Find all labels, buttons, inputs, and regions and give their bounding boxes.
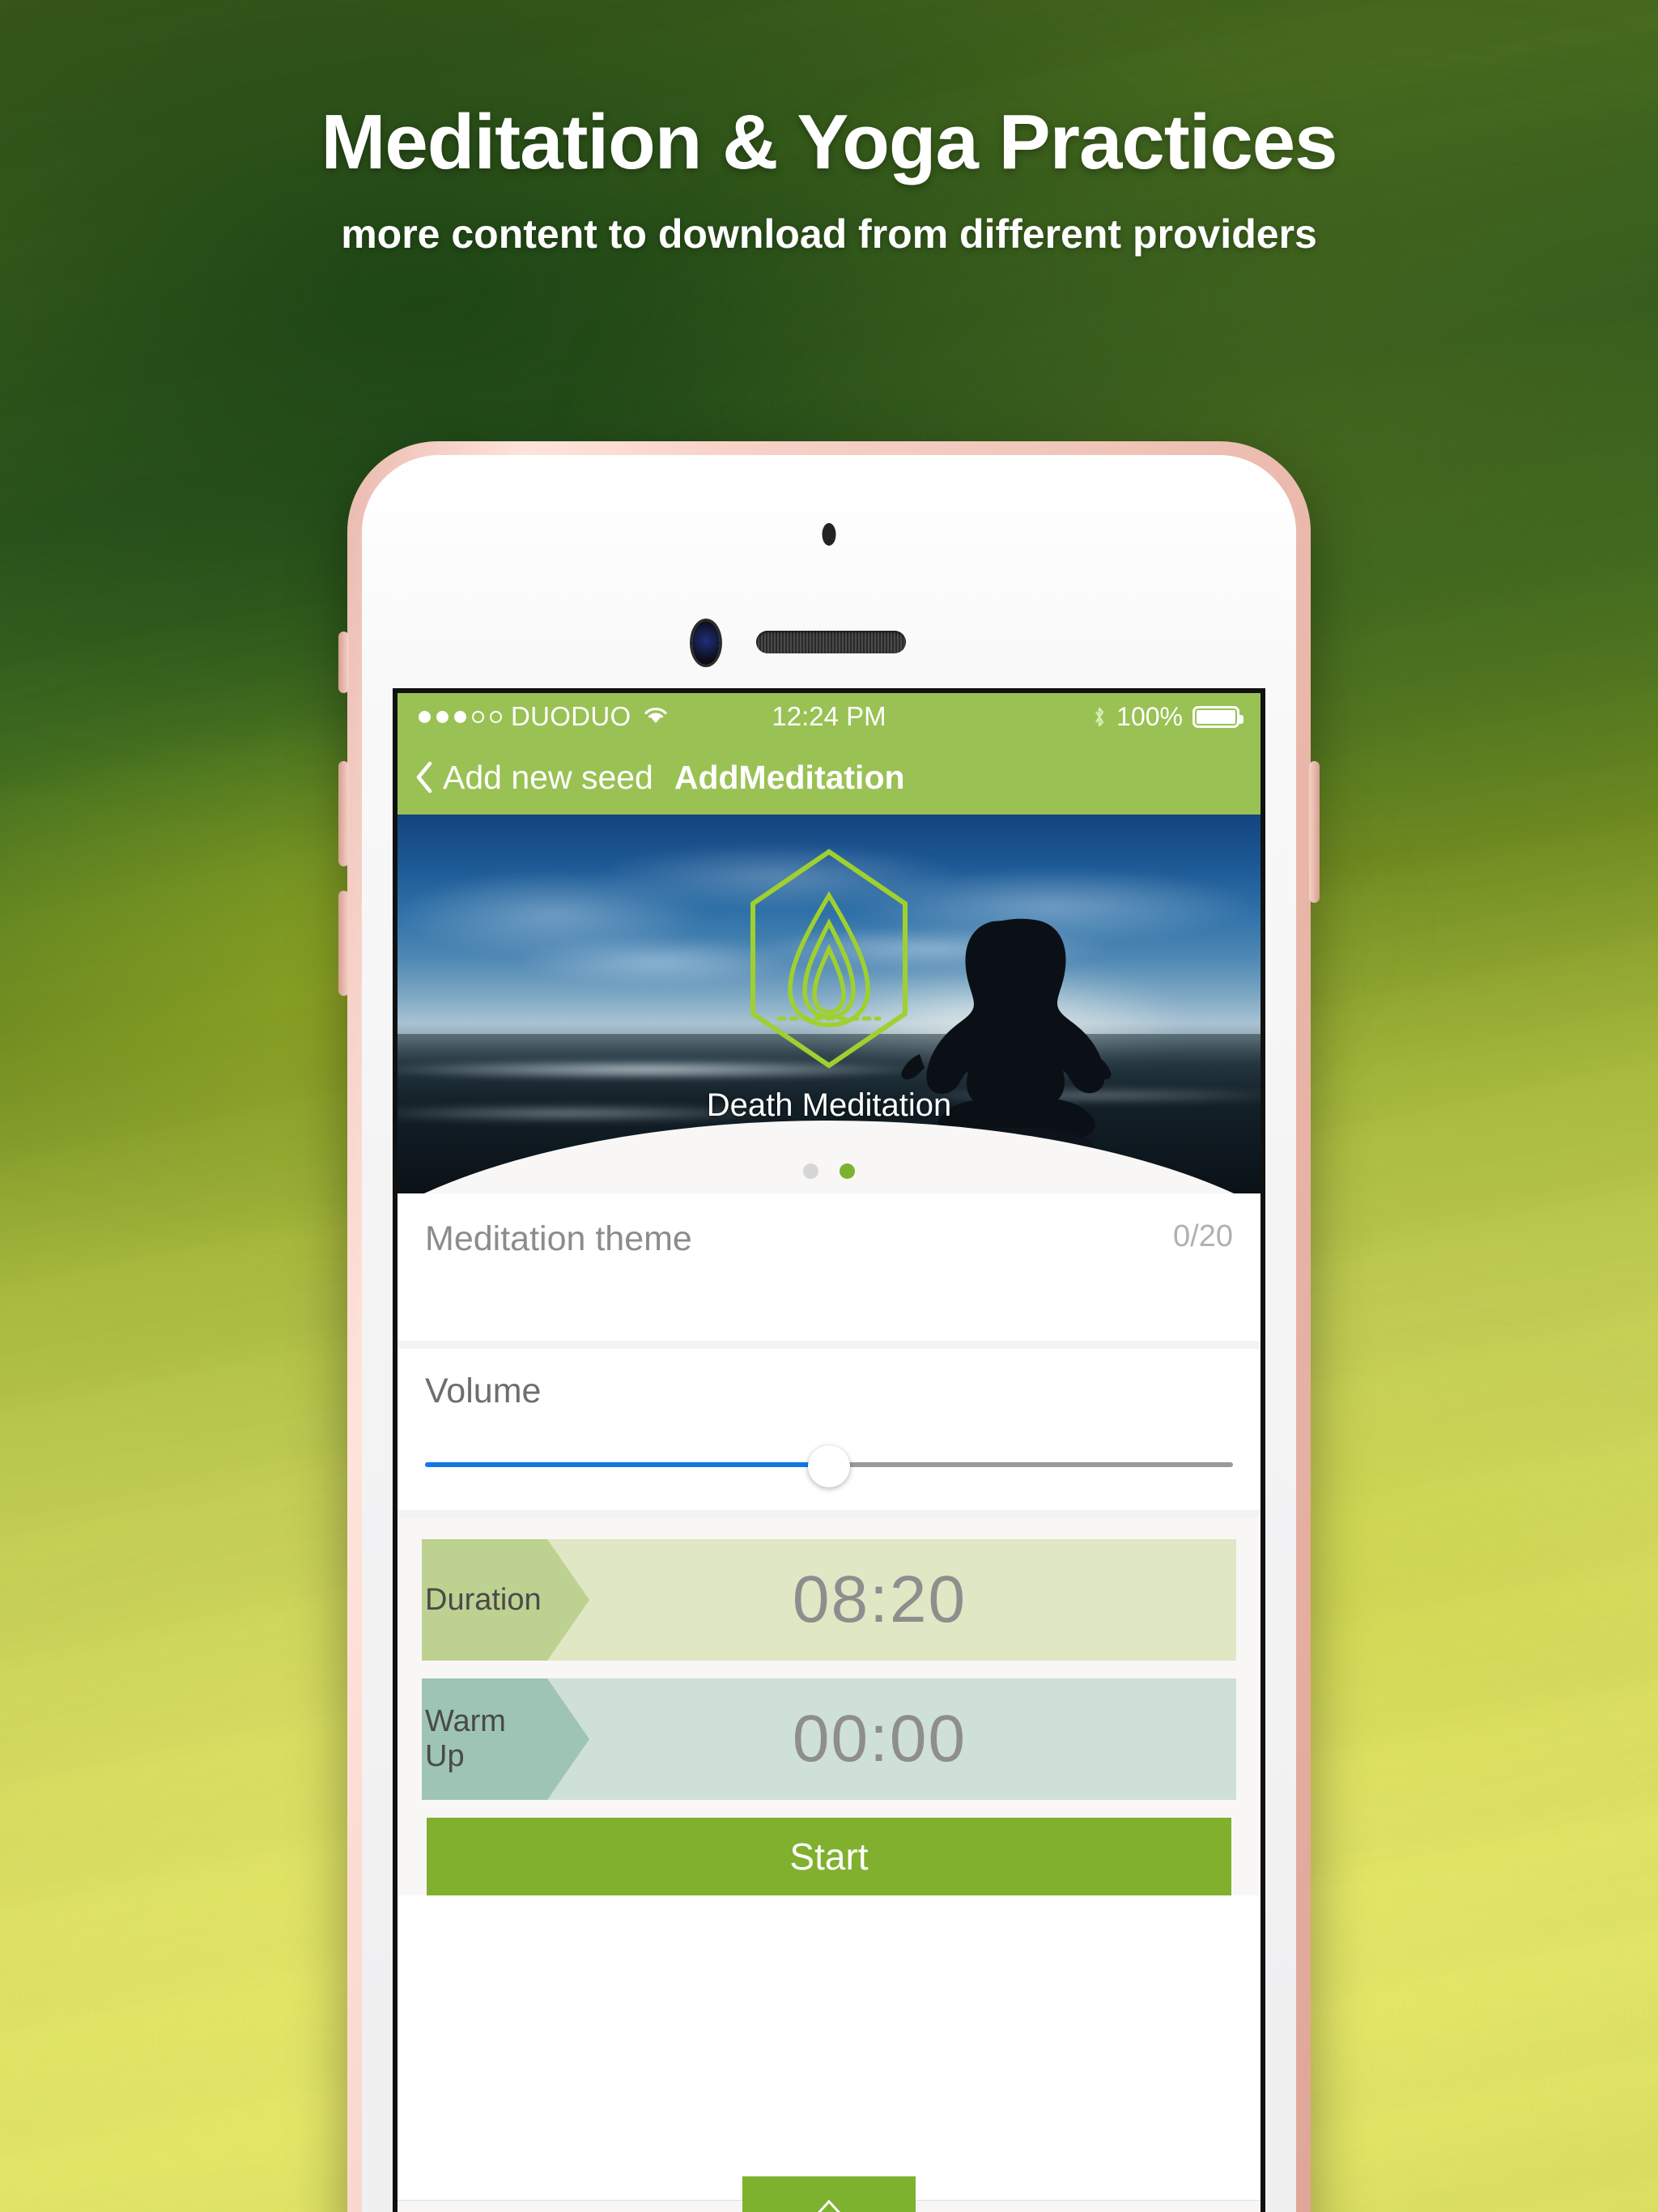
- phone-mockup: DUODUO 12:24 PM 100% Add new seed AddMed…: [338, 441, 1320, 2212]
- warmup-row[interactable]: Warm Up 00:00: [422, 1678, 1236, 1800]
- status-bar-right: 100%: [1092, 701, 1244, 732]
- page-dot[interactable]: [803, 1163, 818, 1179]
- proximity-sensor-icon: [822, 523, 836, 546]
- duration-value[interactable]: 08:20: [547, 1539, 1236, 1661]
- hero-caption: Death Meditation: [706, 1087, 952, 1123]
- tab-todo[interactable]: Todo: [916, 2201, 1088, 2212]
- bottom-tab-bar: Wall The Book: [397, 2176, 1261, 2212]
- tab-wall[interactable]: Wall: [397, 2201, 570, 2212]
- signal-strength-icon: [419, 710, 502, 723]
- warmup-label: Warm Up: [422, 1678, 589, 1800]
- volume-field: Volume: [397, 1349, 1261, 1510]
- promo-headline: Meditation & Yoga Practices: [321, 99, 1337, 185]
- navigation-bar: Add new seed AddMeditation: [397, 740, 1261, 815]
- volume-slider-knob[interactable]: [808, 1445, 850, 1487]
- tab-profile[interactable]: Profile: [1088, 2201, 1261, 2212]
- back-button-label[interactable]: Add new seed: [443, 759, 653, 797]
- timer-rows: Duration 08:20 Warm Up 00:00: [397, 1518, 1261, 1800]
- bluetooth-icon: [1092, 705, 1107, 728]
- tab-the-book[interactable]: The Book: [570, 2201, 742, 2212]
- battery-percent-label: 100%: [1116, 701, 1183, 731]
- meditation-hero-banner[interactable]: Death Meditation: [397, 815, 1261, 1193]
- warmup-value[interactable]: 00:00: [547, 1678, 1236, 1800]
- carousel-page-dots[interactable]: [397, 1163, 1261, 1179]
- tab-new-seed[interactable]: New seed: [742, 2176, 916, 2212]
- promo-subheadline: more content to download from different …: [341, 211, 1317, 257]
- front-camera-icon: [692, 621, 720, 665]
- power-button[interactable]: [1309, 761, 1320, 903]
- phone-screen: DUODUO 12:24 PM 100% Add new seed AddMed…: [393, 688, 1265, 2212]
- section-divider: [397, 1510, 1261, 1518]
- meditation-theme-field[interactable]: Meditation theme 0/20: [397, 1193, 1261, 1341]
- start-button[interactable]: Start: [427, 1818, 1231, 1895]
- carrier-name: DUODUO: [511, 701, 631, 731]
- mute-switch-button[interactable]: [338, 632, 349, 693]
- volume-down-button[interactable]: [338, 891, 349, 996]
- page-dot-active[interactable]: [840, 1163, 855, 1179]
- battery-icon: [1192, 705, 1244, 728]
- duration-label: Duration: [422, 1539, 589, 1661]
- meditation-form: Meditation theme 0/20 Volume Duration 08…: [397, 1193, 1261, 1895]
- promo-text-block: Meditation & Yoga Practices more content…: [0, 104, 1658, 257]
- earpiece-speaker-icon: [756, 631, 906, 653]
- volume-label: Volume: [425, 1372, 542, 1410]
- meditation-theme-placeholder[interactable]: Meditation theme: [425, 1219, 692, 1259]
- seed-plus-icon: [806, 2199, 852, 2212]
- volume-slider[interactable]: [425, 1445, 1233, 1487]
- section-divider: [397, 1341, 1261, 1349]
- wifi-icon: [642, 702, 670, 731]
- chevron-left-icon[interactable]: [415, 761, 433, 793]
- character-counter: 0/20: [1173, 1219, 1233, 1253]
- status-bar-left: DUODUO: [419, 701, 670, 732]
- page-title: AddMeditation: [674, 758, 905, 796]
- volume-up-button[interactable]: [338, 761, 349, 866]
- status-bar: DUODUO 12:24 PM 100%: [397, 693, 1261, 740]
- seed-flame-hexagon-logo: [732, 845, 926, 1072]
- duration-row[interactable]: Duration 08:20: [422, 1539, 1236, 1661]
- volume-slider-fill: [425, 1462, 829, 1467]
